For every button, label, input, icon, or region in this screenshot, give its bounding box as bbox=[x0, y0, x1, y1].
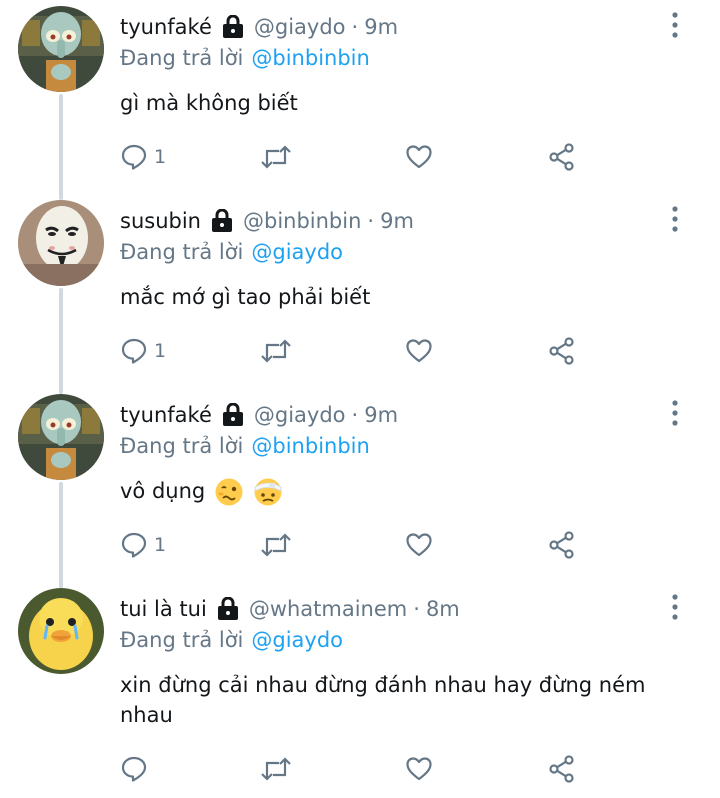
tweet-actions bbox=[120, 754, 590, 784]
tweet-actions: 1 bbox=[120, 142, 590, 172]
display-name[interactable]: tyunfaké bbox=[120, 15, 212, 39]
separator-dot: · bbox=[367, 209, 375, 233]
tweet-actions: 1 bbox=[120, 336, 590, 366]
share-icon bbox=[548, 755, 576, 783]
more-vertical-icon[interactable] bbox=[670, 594, 680, 620]
avatar[interactable] bbox=[18, 200, 104, 286]
heart-icon bbox=[405, 337, 433, 365]
comment-icon bbox=[120, 337, 148, 365]
separator-dot: · bbox=[351, 403, 359, 427]
display-name[interactable]: tui là tui bbox=[120, 597, 207, 621]
more-vertical-icon[interactable] bbox=[670, 12, 680, 38]
tweet-text: vô dụng bbox=[120, 476, 680, 507]
share-button[interactable] bbox=[548, 336, 576, 366]
timestamp[interactable]: 8m bbox=[426, 597, 460, 621]
heart-icon bbox=[405, 531, 433, 559]
reply-count: 1 bbox=[154, 340, 167, 362]
replying-to: Đang trả lời @binbinbin bbox=[120, 46, 370, 70]
share-icon bbox=[548, 143, 576, 171]
user-handle[interactable]: @giaydo bbox=[254, 403, 346, 427]
share-icon bbox=[548, 337, 576, 365]
reply-count: 1 bbox=[154, 534, 167, 556]
reply-button[interactable]: 1 bbox=[120, 142, 166, 172]
share-button[interactable] bbox=[548, 530, 576, 560]
user-handle[interactable]: @whatmainem bbox=[249, 597, 407, 621]
mention-link[interactable]: @binbinbin bbox=[251, 46, 369, 70]
retweet-button[interactable] bbox=[260, 754, 292, 784]
head-bandage-emoji bbox=[253, 477, 283, 507]
user-handle[interactable]: @binbinbin bbox=[243, 209, 361, 233]
lock-icon bbox=[217, 596, 239, 621]
lock-icon bbox=[222, 14, 244, 39]
heart-icon bbox=[405, 143, 433, 171]
tweet-text: gì mà không biết bbox=[120, 91, 298, 115]
reply-button[interactable]: 1 bbox=[120, 530, 166, 560]
avatar[interactable] bbox=[18, 394, 104, 480]
timestamp[interactable]: 9m bbox=[364, 403, 398, 427]
retweet-icon bbox=[260, 531, 292, 559]
display-name[interactable]: tyunfaké bbox=[120, 403, 212, 427]
lock-icon bbox=[211, 208, 233, 233]
tweet-text-content: vô dụng bbox=[120, 479, 206, 503]
tweet-actions: 1 bbox=[120, 530, 590, 560]
tweet-header: tui là tui @whatmainem · 8m bbox=[120, 594, 460, 624]
replying-to: Đang trả lời @giaydo bbox=[120, 240, 343, 264]
retweet-icon bbox=[260, 337, 292, 365]
tweet[interactable]: tyunfaké @giaydo · 9m Đang trả lời @binbi… bbox=[0, 388, 720, 582]
share-button[interactable] bbox=[548, 754, 576, 784]
replying-to-label: Đang trả lời bbox=[120, 628, 244, 652]
user-handle[interactable]: @giaydo bbox=[254, 15, 346, 39]
tweet[interactable]: tui là tui @whatmainem · 8m Đang trả lời… bbox=[0, 582, 720, 798]
like-button[interactable] bbox=[405, 754, 433, 784]
tweet-text: mắc mớ gì tao phải biết bbox=[120, 285, 371, 309]
reply-count: 1 bbox=[154, 146, 167, 168]
reply-button[interactable]: 1 bbox=[120, 336, 166, 366]
separator-dot: · bbox=[413, 597, 420, 621]
tweet-header: tyunfaké @giaydo · 9m bbox=[120, 400, 398, 430]
like-button[interactable] bbox=[405, 336, 433, 366]
share-icon bbox=[548, 531, 576, 559]
retweet-icon bbox=[260, 755, 292, 783]
woozy-face-emoji bbox=[214, 477, 244, 507]
timestamp[interactable]: 9m bbox=[364, 15, 398, 39]
comment-icon bbox=[120, 143, 148, 171]
timestamp[interactable]: 9m bbox=[380, 209, 414, 233]
retweet-button[interactable] bbox=[260, 142, 292, 172]
tweet[interactable]: tyunfaké @giaydo · 9m Đang trả lời @binbi… bbox=[0, 0, 720, 194]
replying-to: Đang trả lời @binbinbin bbox=[120, 434, 370, 458]
avatar[interactable] bbox=[18, 6, 104, 92]
lock-icon bbox=[222, 402, 244, 427]
avatar[interactable] bbox=[18, 588, 104, 674]
retweet-button[interactable] bbox=[260, 336, 292, 366]
replying-to-label: Đang trả lời bbox=[120, 434, 244, 458]
more-vertical-icon[interactable] bbox=[670, 400, 680, 426]
share-button[interactable] bbox=[548, 142, 576, 172]
tweet-text: xin đừng cải nhau đừng đánh nhau hay đừn… bbox=[120, 673, 646, 727]
separator-dot: · bbox=[351, 15, 359, 39]
replying-to-label: Đang trả lời bbox=[120, 46, 244, 70]
retweet-button[interactable] bbox=[260, 530, 292, 560]
tweet-header: susubin @binbinbin · 9m bbox=[120, 206, 414, 236]
reply-button[interactable] bbox=[120, 754, 154, 784]
mention-link[interactable]: @giaydo bbox=[251, 240, 343, 264]
mention-link[interactable]: @giaydo bbox=[251, 628, 343, 652]
like-button[interactable] bbox=[405, 530, 433, 560]
replying-to: Đang trả lời @giaydo bbox=[120, 628, 343, 652]
tweet[interactable]: susubin @binbinbin · 9m Đang trả lời @gia… bbox=[0, 194, 720, 388]
retweet-icon bbox=[260, 143, 292, 171]
like-button[interactable] bbox=[405, 142, 433, 172]
mention-link[interactable]: @binbinbin bbox=[251, 434, 369, 458]
display-name[interactable]: susubin bbox=[120, 209, 201, 233]
comment-icon bbox=[120, 755, 148, 783]
comment-icon bbox=[120, 531, 148, 559]
more-vertical-icon[interactable] bbox=[670, 206, 680, 232]
tweet-header: tyunfaké @giaydo · 9m bbox=[120, 12, 398, 42]
replying-to-label: Đang trả lời bbox=[120, 240, 244, 264]
heart-icon bbox=[405, 755, 433, 783]
